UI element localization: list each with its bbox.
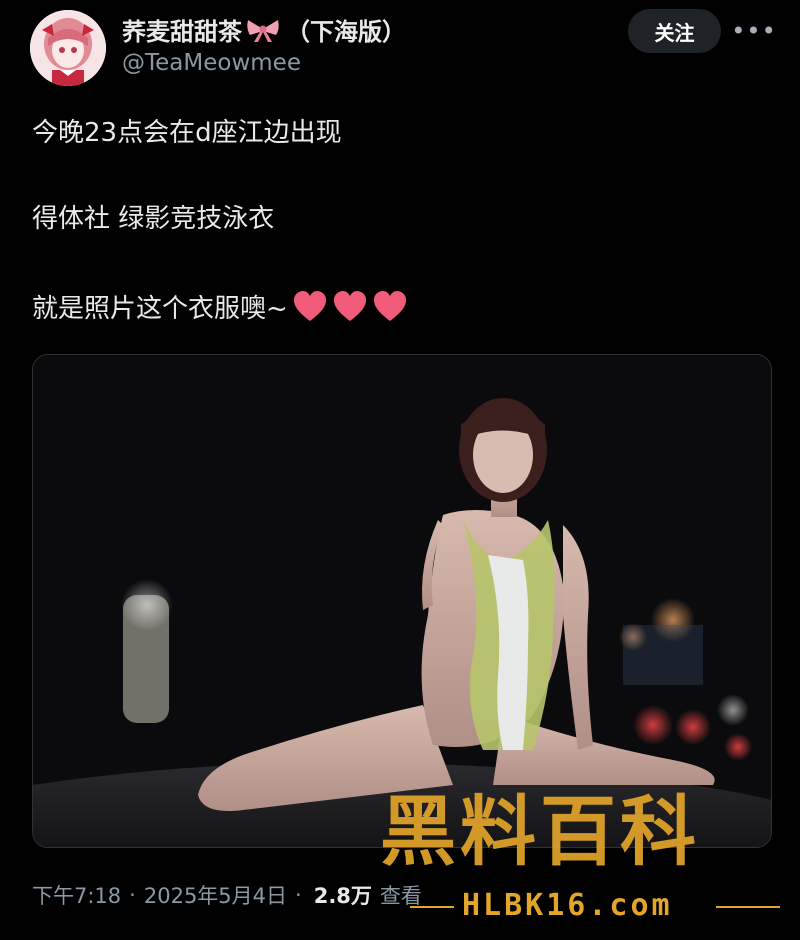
author-name-suffix: （下海版） <box>286 18 406 46</box>
watermark-rule-left <box>410 906 454 908</box>
separator-dot: · <box>295 883 302 907</box>
watermark-rule-right <box>716 906 780 908</box>
watermark-url: HLBK16.com <box>462 888 673 923</box>
more-icon[interactable]: ••• <box>731 12 775 50</box>
avatar[interactable] <box>30 10 106 86</box>
heart-icon <box>332 289 368 325</box>
tweet-meta: 下午7:18 · 2025年5月4日 · 2.8万 查看 <box>32 880 422 910</box>
views-count: 2.8万 <box>313 884 372 908</box>
tweet-date[interactable]: 2025年5月4日 <box>144 880 287 910</box>
watermark-text: 黑料百科 <box>380 787 700 876</box>
author-handle[interactable]: @TeaMeowmee <box>122 50 301 76</box>
tweet-time[interactable]: 下午7:18 <box>32 880 121 910</box>
tweet-header: 荞麦甜甜茶 （下海版） @TeaMeowmee 关注 ••• <box>0 0 800 96</box>
follow-button[interactable]: 关注 <box>628 9 721 53</box>
author-display-name[interactable]: 荞麦甜甜茶 （下海版） <box>122 12 406 47</box>
tweet-text-line-3-text: 就是照片这个衣服噢~ <box>32 294 288 324</box>
heart-icon <box>292 289 328 325</box>
tweet-text-line-2: 得体社 绿影竞技泳衣 <box>32 204 275 234</box>
author-name-text: 荞麦甜甜茶 <box>122 18 242 46</box>
heart-icon <box>372 289 408 325</box>
separator-dot: · <box>129 883 136 907</box>
tweet-text-line-1: 今晚23点会在d座江边出现 <box>32 118 342 148</box>
tweet-text-line-3: 就是照片这个衣服噢~ <box>32 288 408 325</box>
bow-icon <box>246 17 280 43</box>
